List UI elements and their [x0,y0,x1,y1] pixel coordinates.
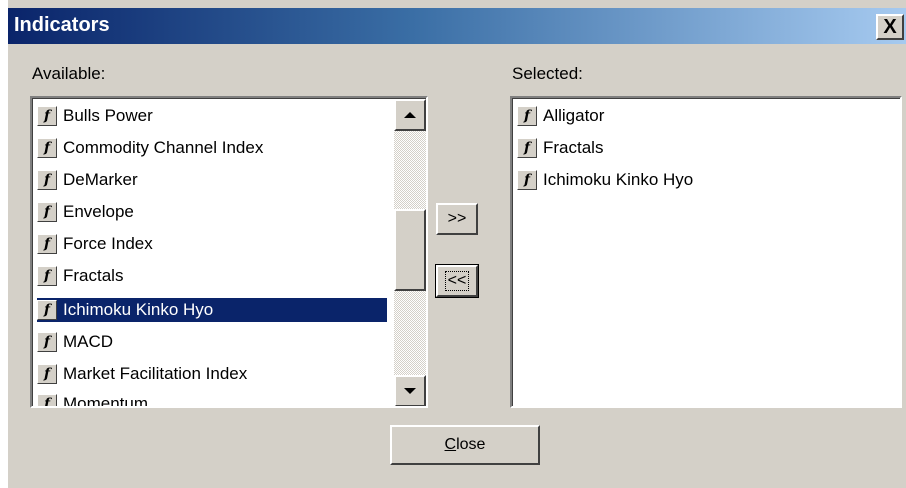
available-label: Available: [32,64,106,83]
function-icon: f [517,106,537,126]
list-item-label: Ichimoku Kinko Hyo [543,170,694,189]
function-icon: f [37,364,57,384]
remove-button-label: << [444,271,470,291]
list-item-label: Market Facilitation Index [63,364,248,383]
close-icon: X [883,16,897,38]
selected-label: Selected: [512,64,583,83]
arrow-down-icon [404,388,416,394]
list-item[interactable]: f MACD [37,330,387,354]
close-button-label: Close [444,436,486,453]
list-item-label: Fractals [63,266,124,285]
list-item[interactable]: f Force Index [37,232,387,256]
add-indicator-button[interactable]: >> [436,203,478,235]
indicators-dialog: Indicators X Available: Selected: f Bull… [0,0,906,488]
title-bar[interactable]: Indicators X [8,8,906,44]
list-item-label: Bulls Power [63,106,153,125]
list-item[interactable]: f Market Facilitation Index [37,362,387,386]
selected-listbox[interactable]: f Alligator f Fractals f Ichimoku Kinko … [510,96,902,408]
scroll-thumb[interactable] [394,209,426,291]
function-icon: f [37,138,57,158]
list-item[interactable]: f Bulls Power [37,104,387,128]
list-item-label: Force Index [63,234,153,253]
close-window-button[interactable]: X [876,14,904,40]
list-item[interactable]: f Ichimoku Kinko Hyo [517,168,693,192]
function-icon: f [517,138,537,158]
arrow-up-icon [404,112,416,118]
list-item[interactable]: f Fractals [517,136,603,160]
close-button[interactable]: Close [390,425,540,465]
selected-list: f Alligator f Fractals f Ichimoku Kinko … [512,98,900,406]
function-icon: f [37,170,57,190]
function-icon: f [37,266,57,286]
list-item[interactable]: f Momentum [37,392,387,406]
list-item-selected[interactable]: f Ichimoku Kinko Hyo [37,298,387,322]
function-icon: f [37,394,57,406]
list-item[interactable]: f Envelope [37,200,387,224]
function-icon: f [517,170,537,190]
list-item-label: Envelope [63,202,134,221]
list-item[interactable]: f DeMarker [37,168,387,192]
available-listbox[interactable]: f Bulls Power f Commodity Channel Index … [30,96,428,408]
list-item[interactable]: f Fractals [37,264,387,288]
list-item-label: MACD [63,332,114,351]
function-icon: f [37,332,57,352]
list-item[interactable]: f Commodity Channel Index [37,136,387,160]
list-item-label: Fractals [543,138,604,157]
add-button-label: >> [447,210,467,227]
available-scrollbar[interactable] [394,99,426,406]
list-item-label: Alligator [543,106,605,125]
function-icon: f [37,234,57,254]
function-icon: f [37,202,57,222]
function-icon: f [37,106,57,126]
function-icon: f [37,300,57,320]
window-title: Indicators [14,14,110,36]
remove-indicator-button[interactable]: << [435,264,479,298]
list-item-label: DeMarker [63,170,138,189]
available-list: f Bulls Power f Commodity Channel Index … [32,98,426,406]
list-item-label: Ichimoku Kinko Hyo [63,300,214,319]
scroll-down-button[interactable] [394,375,426,406]
list-item[interactable]: f Alligator [517,104,604,128]
list-item-label: Commodity Channel Index [63,138,264,157]
list-item-label: Momentum [63,394,149,406]
scroll-up-button[interactable] [394,99,426,131]
